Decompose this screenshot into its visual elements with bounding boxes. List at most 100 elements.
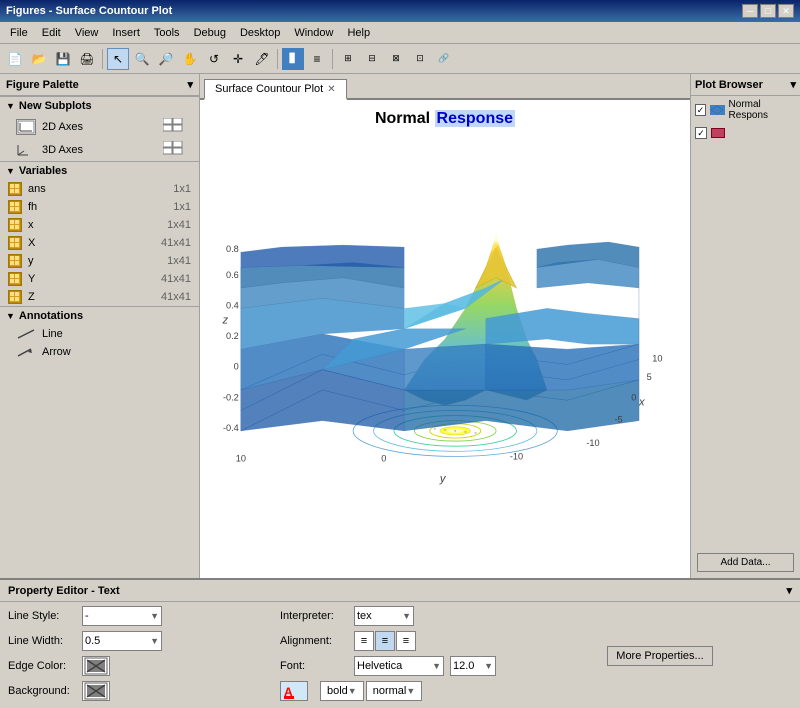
browser-checkbox-2[interactable]: ✓ <box>695 127 707 139</box>
insert-colorbar[interactable]: ▊ <box>282 48 304 70</box>
line-style-label: Line Style: <box>8 610 78 622</box>
palette-menu-icon[interactable]: ▾ <box>187 78 193 91</box>
svg-text:0: 0 <box>381 453 386 463</box>
menu-help[interactable]: Help <box>341 25 376 41</box>
zoom-out[interactable]: 🔎 <box>155 48 177 70</box>
title-normal-text: Normal <box>375 110 430 127</box>
print-button[interactable]: 🖨 <box>76 48 98 70</box>
interpreter-value: tex <box>357 610 372 622</box>
figure-palette-header: Figure Palette ▾ <box>0 74 199 96</box>
variables-label: Variables <box>19 165 67 177</box>
var-size: 41x41 <box>161 291 191 303</box>
variable-row-X[interactable]: X 41x41 <box>0 234 199 252</box>
background-button[interactable] <box>82 681 110 701</box>
menu-file[interactable]: File <box>4 25 34 41</box>
align-left-button[interactable]: ≡ <box>354 631 374 651</box>
browser-checkbox-1[interactable]: ✓ <box>695 104 706 116</box>
section-variables[interactable]: ▼ Variables <box>0 161 199 180</box>
var-icon <box>8 218 22 232</box>
property-editor-title: Property Editor - Text <box>8 585 120 597</box>
insert-legend[interactable]: ≡ <box>306 48 328 70</box>
var-name: y <box>28 255 161 267</box>
brush-tool[interactable]: 🖊 <box>251 48 273 70</box>
more-properties-button[interactable]: More Properties... <box>607 646 712 666</box>
browser-item-1[interactable]: ✓ Normal Respons <box>691 96 800 124</box>
annotation-line[interactable]: Line <box>0 325 199 343</box>
link-axes[interactable]: 🔗 <box>433 48 455 70</box>
var-name: fh <box>28 201 167 213</box>
font-label: Font: <box>280 660 350 672</box>
prop-right-col: More Properties... <box>536 606 792 701</box>
grid-2[interactable]: ⊟ <box>361 48 383 70</box>
section-subplots[interactable]: ▼ New Subplots <box>0 96 199 115</box>
browser-menu-icon[interactable]: ▾ <box>790 78 796 91</box>
data-cursor[interactable]: ✛ <box>227 48 249 70</box>
normal-dropdown[interactable]: normal ▼ <box>366 681 423 701</box>
tab-close-icon[interactable]: ✕ <box>327 84 335 95</box>
font-color-button[interactable]: A <box>280 681 308 701</box>
palette-item-3d-axes[interactable]: 3D Axes <box>0 138 199 161</box>
menu-edit[interactable]: Edit <box>36 25 67 41</box>
2d-axes-label: 2D Axes <box>42 121 83 133</box>
prop-header-expand[interactable]: ▾ <box>786 584 792 597</box>
property-editor-body: Line Style: - ▼ Line Width: 0.5 ▼ Edge C… <box>0 602 800 708</box>
variable-row-y[interactable]: y 1x41 <box>0 252 199 270</box>
grid-4[interactable]: ⊡ <box>409 48 431 70</box>
browser-item-2[interactable]: ✓ <box>691 124 800 142</box>
line-width-dropdown[interactable]: 0.5 ▼ <box>82 631 162 651</box>
section-annotations[interactable]: ▼ Annotations <box>0 306 199 325</box>
palette-item-2d-axes[interactable]: 2D Axes <box>0 115 199 138</box>
save-button[interactable]: 💾 <box>52 48 74 70</box>
tab-surface-countour[interactable]: Surface Countour Plot ✕ <box>204 79 347 100</box>
variable-row-fh[interactable]: fh 1x1 <box>0 198 199 216</box>
separator-2 <box>277 49 278 69</box>
palette-scroll[interactable]: ▼ New Subplots 2D Axes 3D Axes <box>0 96 199 578</box>
bold-dropdown[interactable]: bold ▼ <box>320 681 364 701</box>
plot-area[interactable]: Normal Response <box>200 100 690 578</box>
svg-text:0: 0 <box>631 392 636 402</box>
variables-list: ans 1x1 fh 1x1 x 1x41 X 41x41 y 1x <box>0 180 199 306</box>
menu-tools[interactable]: Tools <box>148 25 186 41</box>
menu-window[interactable]: Window <box>288 25 339 41</box>
normal-arrow: ▼ <box>406 686 415 696</box>
edge-color-button[interactable] <box>82 656 110 676</box>
minimize-button[interactable]: ─ <box>742 4 758 18</box>
new-button[interactable]: 📄 <box>4 48 26 70</box>
tab-bar: Surface Countour Plot ✕ <box>200 74 690 100</box>
font-dropdown[interactable]: Helvetica ▼ <box>354 656 444 676</box>
select-tool[interactable]: ↖ <box>107 48 129 70</box>
variable-row-ans[interactable]: ans 1x1 <box>0 180 199 198</box>
grid-1[interactable]: ⊞ <box>337 48 359 70</box>
close-button[interactable]: ✕ <box>778 4 794 18</box>
y-axis-label: y <box>439 473 447 485</box>
line-style-dropdown[interactable]: - ▼ <box>82 606 162 626</box>
menu-insert[interactable]: Insert <box>106 25 146 41</box>
add-data-button[interactable]: Add Data... <box>697 553 794 572</box>
maximize-button[interactable]: □ <box>760 4 776 18</box>
align-center-button[interactable]: ≡ <box>375 631 395 651</box>
line-width-arrow: ▼ <box>150 636 159 646</box>
rotate-tool[interactable]: ↺ <box>203 48 225 70</box>
menu-debug[interactable]: Debug <box>188 25 232 41</box>
pan-tool[interactable]: ✋ <box>179 48 201 70</box>
annotation-arrow[interactable]: Arrow <box>0 343 199 361</box>
var-size: 1x1 <box>173 183 191 195</box>
variable-row-Y[interactable]: Y 41x41 <box>0 270 199 288</box>
toolbar: 📄 📂 💾 🖨 ↖ 🔍 🔎 ✋ ↺ ✛ 🖊 ▊ ≡ ⊞ ⊟ ⊠ ⊡ 🔗 <box>0 44 800 74</box>
variables-arrow: ▼ <box>6 166 15 176</box>
font-size-dropdown[interactable]: 12.0 ▼ <box>450 656 496 676</box>
zoom-in[interactable]: 🔍 <box>131 48 153 70</box>
grid-3[interactable]: ⊠ <box>385 48 407 70</box>
interpreter-dropdown[interactable]: tex ▼ <box>354 606 414 626</box>
var-icon <box>8 236 22 250</box>
window-title: Figures - Surface Countour Plot <box>6 5 172 17</box>
variable-row-x[interactable]: x 1x41 <box>0 216 199 234</box>
menu-view[interactable]: View <box>69 25 105 41</box>
edge-color-row: Edge Color: <box>8 656 264 676</box>
separator-3 <box>332 49 333 69</box>
align-right-button[interactable]: ≡ <box>396 631 416 651</box>
variable-row-Z[interactable]: Z 41x41 <box>0 288 199 306</box>
title-bar: Figures - Surface Countour Plot ─ □ ✕ <box>0 0 800 22</box>
open-button[interactable]: 📂 <box>28 48 50 70</box>
menu-desktop[interactable]: Desktop <box>234 25 286 41</box>
